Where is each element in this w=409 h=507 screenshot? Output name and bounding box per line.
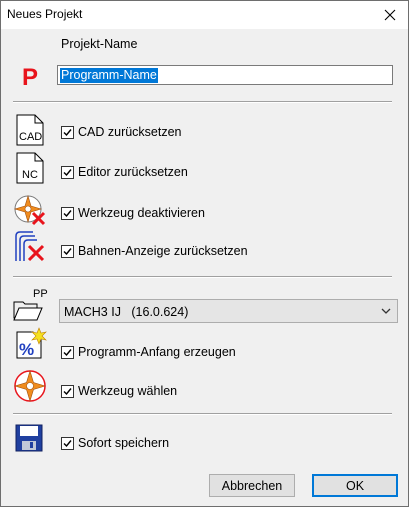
cad-reset-check[interactable] [61,125,74,139]
cad-reset-checkbox[interactable]: CAD zurücksetzen [61,124,182,140]
program-start-checkbox[interactable]: Programm-Anfang erzeugen [61,344,236,360]
editor-reset-check[interactable] [61,165,74,179]
postprocessor-value: MACH3 IJ (16.0.624) [64,305,189,319]
tool-select-check[interactable] [61,384,74,398]
separator-2 [13,276,392,278]
paths-reset-label: Bahnen-Anzeige zurücksetzen [78,244,248,258]
svg-text:CAD: CAD [19,131,42,143]
project-name-label: Projekt-Name [61,37,138,51]
tool-deactivate-label: Werkzeug deaktivieren [78,206,205,220]
paths-reset-icon [15,231,45,262]
nc-document-icon: NC [16,152,44,184]
cad-document-icon: CAD [16,114,44,146]
program-start-icon: % [16,327,47,359]
svg-text:NC: NC [22,169,38,181]
separator-3 [13,413,392,415]
tool-select-label: Werkzeug wählen [78,384,178,398]
chevron-down-icon [381,308,391,314]
title-bar: Neues Projekt [1,1,408,29]
folder-open-icon [13,301,43,321]
window-title: Neues Projekt [7,7,83,21]
svg-text:%: % [19,340,34,359]
postprocessor-select[interactable]: MACH3 IJ (16.0.624) [59,299,398,323]
paths-reset-check[interactable] [61,244,74,258]
save-disk-icon [15,424,43,452]
program-start-label: Programm-Anfang erzeugen [78,345,236,359]
svg-text:P: P [22,64,38,88]
close-button[interactable] [373,2,407,28]
paths-reset-checkbox[interactable]: Bahnen-Anzeige zurücksetzen [61,243,248,259]
cancel-button[interactable]: Abbrechen [209,474,295,497]
save-now-check[interactable] [61,436,74,450]
tool-select-icon [13,369,47,403]
cad-reset-label: CAD zurücksetzen [78,125,182,139]
save-now-label: Sofort speichern [78,436,170,450]
dialog-window: Neues Projekt P Projekt-Name Programm-Na… [0,0,409,507]
tool-deactivate-checkbox[interactable]: Werkzeug deaktivieren [61,205,205,221]
program-start-check[interactable] [61,345,74,359]
separator-1 [13,101,392,103]
close-icon [384,9,396,21]
ok-button[interactable]: OK [312,474,398,497]
tool-deactivate-icon [13,194,46,226]
editor-reset-label: Editor zurücksetzen [78,165,188,179]
project-name-value: Programm-Name [60,68,158,83]
project-p-icon: P [22,64,38,88]
tool-select-checkbox[interactable]: Werkzeug wählen [61,383,177,399]
project-name-input[interactable]: Programm-Name [57,65,393,85]
save-now-checkbox[interactable]: Sofort speichern [61,435,169,451]
tool-deactivate-check[interactable] [61,206,74,220]
editor-reset-checkbox[interactable]: Editor zurücksetzen [61,164,188,180]
